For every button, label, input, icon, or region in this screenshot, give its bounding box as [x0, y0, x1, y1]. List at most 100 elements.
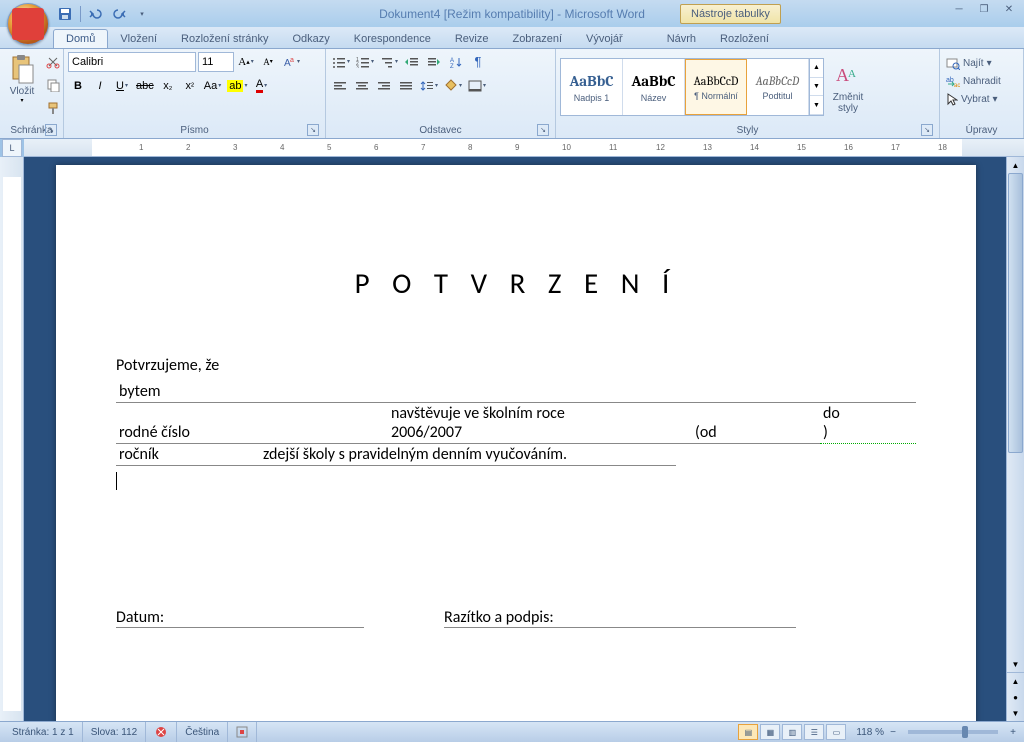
- close-button[interactable]: ✕: [998, 2, 1020, 16]
- font-size-input[interactable]: [198, 52, 234, 72]
- format-painter-button[interactable]: [43, 97, 63, 118]
- grow-font-button[interactable]: A▴: [236, 51, 256, 72]
- superscript-button[interactable]: x²: [180, 75, 200, 96]
- clear-formatting-button[interactable]: Aa: [280, 51, 302, 72]
- scroll-down-icon[interactable]: ▼: [1007, 656, 1024, 672]
- tab-mailings[interactable]: Korespondence: [342, 30, 443, 48]
- shrink-font-button[interactable]: A▾: [258, 51, 278, 72]
- align-center-button[interactable]: [352, 75, 372, 96]
- ribbon-tabs: Domů Vložení Rozložení stránky Odkazy Ko…: [0, 27, 1024, 49]
- style-title[interactable]: AaBbCNázev: [623, 59, 685, 115]
- svg-text:3: 3: [356, 65, 359, 68]
- style-heading1[interactable]: AaBbCNadpis 1: [561, 59, 623, 115]
- increase-indent-button[interactable]: [424, 51, 444, 72]
- clipboard-dialog-launcher[interactable]: ↘: [45, 124, 57, 136]
- status-language[interactable]: Čeština: [177, 722, 228, 742]
- zoom-out-button[interactable]: −: [886, 727, 900, 738]
- tab-home[interactable]: Domů: [53, 29, 108, 48]
- next-page-icon[interactable]: ▼: [1007, 705, 1024, 721]
- bold-button[interactable]: B: [68, 75, 88, 96]
- highlight-button[interactable]: ab: [225, 75, 249, 96]
- status-macro[interactable]: [228, 722, 257, 742]
- cut-button[interactable]: [43, 51, 63, 72]
- tab-view[interactable]: Zobrazení: [500, 30, 574, 48]
- qat-customize-icon[interactable]: ▾: [132, 4, 152, 24]
- tab-design[interactable]: Návrh: [655, 30, 708, 48]
- tab-developer[interactable]: Vývojář: [574, 30, 635, 48]
- style-subtitle[interactable]: AaBbCcDPodtitul: [747, 59, 809, 115]
- tab-layout[interactable]: Rozložení: [708, 30, 781, 48]
- restore-button[interactable]: ❐: [973, 2, 995, 16]
- borders-button[interactable]: [466, 75, 488, 96]
- qat-redo-icon[interactable]: [109, 4, 129, 24]
- window-title: Dokument4 [Režim kompatibility] - Micros…: [379, 7, 645, 21]
- prev-page-icon[interactable]: ▲: [1007, 673, 1024, 689]
- style-scrollup[interactable]: ▲: [810, 59, 823, 78]
- numbering-button[interactable]: 123: [354, 51, 376, 72]
- font-color-button[interactable]: A: [252, 75, 272, 96]
- styles-gallery: AaBbCNadpis 1 AaBbCNázev AaBbCcD¶ Normál…: [560, 58, 824, 116]
- change-case-button[interactable]: Aa: [202, 75, 223, 96]
- tab-insert[interactable]: Vložení: [108, 30, 169, 48]
- contextual-tab-label: Nástroje tabulky: [680, 4, 781, 24]
- subscript-button[interactable]: x₂: [158, 75, 178, 96]
- svg-text:ac: ac: [954, 83, 960, 87]
- bullets-button[interactable]: [330, 51, 352, 72]
- separator: [80, 6, 81, 22]
- align-left-button[interactable]: [330, 75, 350, 96]
- tab-review[interactable]: Revize: [443, 30, 501, 48]
- outline-view[interactable]: ☰: [804, 724, 824, 740]
- qat-save-icon[interactable]: [55, 4, 75, 24]
- text-cursor: [116, 472, 117, 490]
- paste-button[interactable]: Vložit ▾: [4, 51, 40, 107]
- select-button[interactable]: Vybrat ▾: [944, 91, 1003, 107]
- multilevel-button[interactable]: [378, 51, 400, 72]
- zoom-slider[interactable]: [908, 730, 998, 734]
- replace-button[interactable]: abacNahradit: [944, 74, 1003, 88]
- sort-button[interactable]: AZ: [446, 51, 466, 72]
- change-styles-button[interactable]: AA Změnit styly: [827, 57, 869, 117]
- styles-dialog-launcher[interactable]: ↘: [921, 124, 933, 136]
- underline-button[interactable]: U: [112, 75, 132, 96]
- zoom-in-button[interactable]: +: [1006, 727, 1020, 738]
- style-scrolldown[interactable]: ▼: [810, 78, 823, 97]
- change-styles-icon: AA: [832, 60, 864, 92]
- horizontal-ruler[interactable]: 123456789101112131415161718: [24, 139, 1024, 157]
- document-page[interactable]: P O T V R Z E N Í Potvrzujeme, že bytem …: [56, 165, 976, 721]
- zoom-level[interactable]: 118 %: [856, 727, 884, 738]
- font-dialog-launcher[interactable]: ↘: [307, 124, 319, 136]
- tab-selector[interactable]: L: [2, 139, 22, 157]
- line-spacing-button[interactable]: [418, 75, 440, 96]
- office-button[interactable]: [7, 3, 49, 45]
- style-normal[interactable]: AaBbCcD¶ Normální: [685, 59, 747, 115]
- italic-button[interactable]: I: [90, 75, 110, 96]
- find-button[interactable]: Najít ▾: [944, 55, 1003, 71]
- status-page[interactable]: Stránka: 1 z 1: [4, 722, 83, 742]
- vertical-ruler[interactable]: [0, 157, 24, 721]
- show-marks-button[interactable]: ¶: [468, 51, 488, 72]
- scroll-thumb[interactable]: [1008, 173, 1023, 453]
- vertical-scrollbar[interactable]: ▲ ▼ ▲ ● ▼: [1006, 157, 1024, 721]
- decrease-indent-button[interactable]: [402, 51, 422, 72]
- align-right-button[interactable]: [374, 75, 394, 96]
- font-name-input[interactable]: [68, 52, 196, 72]
- paragraph-dialog-launcher[interactable]: ↘: [537, 124, 549, 136]
- qat-undo-icon[interactable]: [86, 4, 106, 24]
- status-proofing[interactable]: [146, 722, 177, 742]
- strikethrough-button[interactable]: abc: [134, 75, 156, 96]
- scroll-up-icon[interactable]: ▲: [1007, 157, 1024, 173]
- tab-references[interactable]: Odkazy: [280, 30, 341, 48]
- status-words[interactable]: Slova: 112: [83, 722, 147, 742]
- copy-button[interactable]: [43, 74, 63, 95]
- web-view[interactable]: ▥: [782, 724, 802, 740]
- minimize-button[interactable]: ─: [948, 2, 970, 16]
- browse-object-icon[interactable]: ●: [1007, 689, 1024, 705]
- fullscreen-view[interactable]: ▦: [760, 724, 780, 740]
- draft-view[interactable]: ▭: [826, 724, 846, 740]
- print-layout-view[interactable]: ▤: [738, 724, 758, 740]
- justify-button[interactable]: [396, 75, 416, 96]
- style-more[interactable]: ▼: [810, 96, 823, 115]
- shading-button[interactable]: [442, 75, 464, 96]
- svg-text:A: A: [848, 68, 856, 80]
- tab-pagelayout[interactable]: Rozložení stránky: [169, 30, 280, 48]
